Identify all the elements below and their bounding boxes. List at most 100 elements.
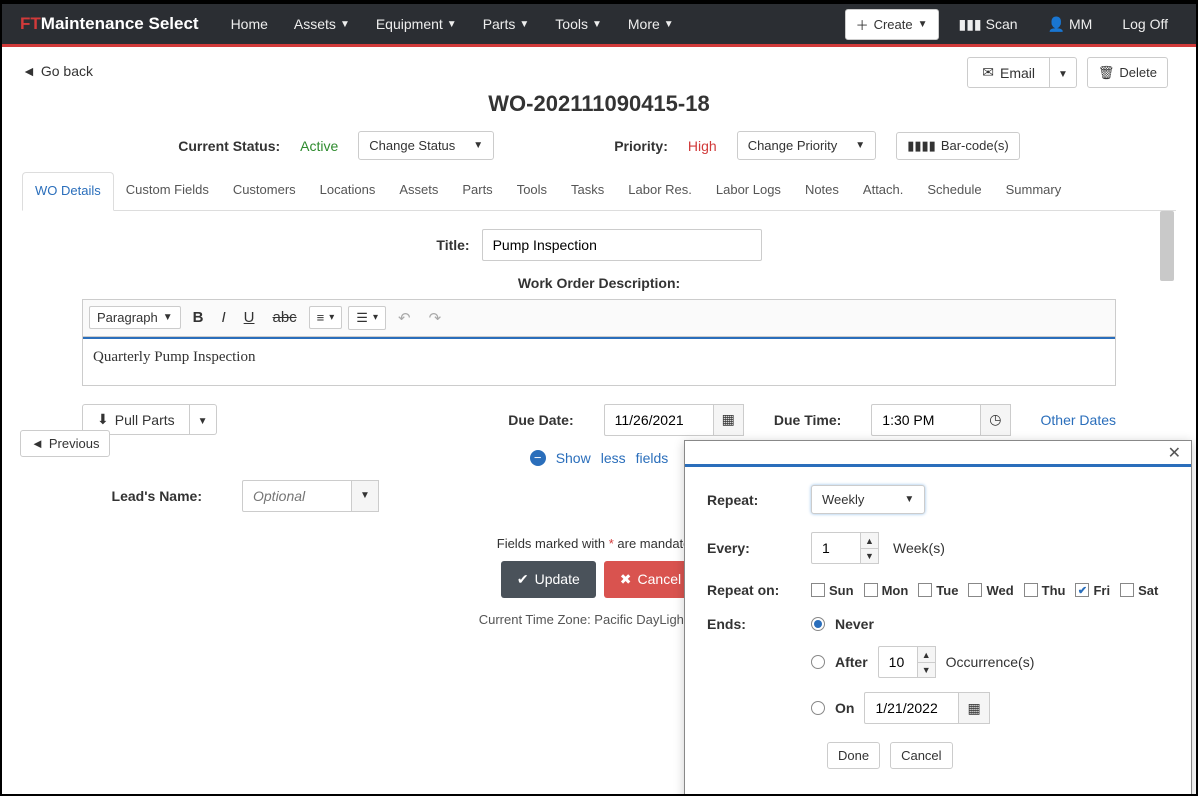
previous-button[interactable]: ◄Previous: [20, 430, 110, 457]
change-priority-dropdown[interactable]: Change Priority▼: [737, 131, 877, 160]
clock-icon-button[interactable]: ◷: [981, 404, 1010, 436]
every-spin-down[interactable]: ▼: [861, 548, 879, 564]
description-textarea[interactable]: Quarterly Pump Inspection: [83, 337, 1115, 385]
italic-button[interactable]: I: [215, 306, 231, 329]
day-wed[interactable]: Wed: [968, 583, 1013, 598]
ends-on-calendar-button[interactable]: ▦: [959, 692, 989, 724]
top-navbar: FTMaintenance Select Home Assets▼ Equipm…: [2, 2, 1196, 44]
delete-button[interactable]: 🗑Delete: [1087, 57, 1168, 88]
numbered-list-button[interactable]: ☰▾: [348, 306, 386, 330]
tab-assets[interactable]: Assets: [387, 172, 450, 210]
ends-on-radio[interactable]: [811, 701, 825, 715]
occ-spin-up[interactable]: ▲: [918, 646, 936, 662]
change-status-dropdown[interactable]: Change Status▼: [358, 131, 494, 160]
tab-wo-details[interactable]: WO Details: [22, 172, 114, 211]
recurrence-dialog: ✕ Repeat: Weekly▼ Every: ▲▼ Week(s) Repe…: [684, 440, 1192, 796]
occurrences-unit: Occurrence(s): [946, 654, 1035, 670]
email-button[interactable]: ✉Email ▼: [967, 57, 1077, 88]
tab-tasks[interactable]: Tasks: [559, 172, 616, 210]
checkbox-checked-icon: ✔: [1075, 583, 1089, 597]
tab-schedule[interactable]: Schedule: [915, 172, 993, 210]
every-input[interactable]: [811, 532, 861, 564]
every-spin-up[interactable]: ▲: [861, 532, 879, 548]
tab-labor-res[interactable]: Labor Res.: [616, 172, 704, 210]
nav-assets[interactable]: Assets▼: [284, 10, 360, 38]
email-dropdown-toggle[interactable]: ▼: [1050, 57, 1077, 88]
modal-done-button[interactable]: Done: [827, 742, 880, 769]
barcode-icon: ▮▮▮: [959, 16, 982, 33]
less-link[interactable]: less: [601, 450, 626, 466]
go-back-link[interactable]: ◄Go back: [22, 57, 93, 85]
update-button[interactable]: ✔Update: [501, 561, 596, 598]
tab-customers[interactable]: Customers: [221, 172, 308, 210]
bold-button[interactable]: B: [187, 306, 210, 329]
underline-button[interactable]: U: [238, 306, 261, 329]
due-date-label: Due Date:: [508, 412, 573, 428]
fields-link[interactable]: fields: [636, 450, 669, 466]
tab-summary[interactable]: Summary: [994, 172, 1074, 210]
nav-tools[interactable]: Tools▼: [545, 10, 612, 38]
priority-label: Priority:: [614, 138, 668, 154]
tab-labor-logs[interactable]: Labor Logs: [704, 172, 793, 210]
title-input[interactable]: [482, 229, 762, 261]
tab-parts[interactable]: Parts: [450, 172, 504, 210]
priority-value: High: [688, 138, 717, 154]
due-date-input[interactable]: [604, 404, 714, 436]
repeat-dropdown[interactable]: Weekly▼: [811, 485, 925, 514]
bullet-list-button[interactable]: ≡▾: [309, 306, 343, 329]
tab-locations[interactable]: Locations: [308, 172, 388, 210]
ends-after-radio[interactable]: [811, 655, 825, 669]
lead-name-input[interactable]: [242, 480, 352, 512]
undo-button[interactable]: ↶: [392, 306, 417, 330]
calendar-icon: ▦: [722, 411, 735, 428]
chevron-down-icon: ▼: [340, 19, 350, 30]
nav-equipment[interactable]: Equipment▼: [366, 10, 467, 38]
rich-text-editor: Paragraph▼ B I U abc ≡▾ ☰▾ ↶ ↷ Quarterly…: [82, 299, 1116, 386]
nav-more[interactable]: More▼: [618, 10, 684, 38]
occ-spin-down[interactable]: ▼: [918, 662, 936, 678]
user-menu[interactable]: 👤MM: [1038, 10, 1103, 39]
nav-parts[interactable]: Parts▼: [473, 10, 540, 38]
download-icon: ⬇: [97, 411, 109, 428]
nav-home[interactable]: Home: [221, 10, 278, 38]
show-link[interactable]: Show: [556, 450, 591, 466]
paragraph-dropdown[interactable]: Paragraph▼: [89, 306, 181, 329]
chevron-down-icon: ▼: [198, 416, 208, 427]
scan-button[interactable]: ▮▮▮Scan: [949, 10, 1028, 39]
other-dates-link[interactable]: Other Dates: [1041, 412, 1116, 428]
chevron-down-icon: ▾: [329, 312, 334, 323]
minus-circle-icon[interactable]: −: [530, 450, 546, 466]
tab-custom-fields[interactable]: Custom Fields: [114, 172, 221, 210]
day-fri[interactable]: ✔Fri: [1075, 583, 1110, 598]
day-sat[interactable]: Sat: [1120, 583, 1158, 598]
close-dialog-button[interactable]: ✕: [1168, 443, 1181, 463]
chevron-down-icon: ▼: [519, 19, 529, 30]
day-sun[interactable]: Sun: [811, 583, 854, 598]
occurrences-input[interactable]: [878, 646, 918, 678]
create-button[interactable]: ＋Create▼: [845, 9, 939, 40]
tab-notes[interactable]: Notes: [793, 172, 851, 210]
pull-parts-dropdown-toggle[interactable]: ▼: [190, 404, 217, 435]
tab-tools[interactable]: Tools: [505, 172, 559, 210]
strike-button[interactable]: abc: [266, 306, 302, 329]
chevron-down-icon: ▼: [447, 19, 457, 30]
day-mon[interactable]: Mon: [864, 583, 909, 598]
due-time-input[interactable]: [871, 404, 981, 436]
every-label: Every:: [707, 540, 797, 556]
barcode-button[interactable]: ▮▮▮▮Bar-code(s): [896, 132, 1020, 160]
repeat-label: Repeat:: [707, 492, 797, 508]
user-icon: 👤: [1048, 16, 1065, 33]
redo-button[interactable]: ↷: [423, 306, 448, 330]
day-thu[interactable]: Thu: [1024, 583, 1066, 598]
ends-on-date-input[interactable]: [864, 692, 959, 724]
scrollbar-thumb[interactable]: [1160, 211, 1174, 281]
modal-cancel-button[interactable]: Cancel: [890, 742, 952, 769]
day-tue[interactable]: Tue: [918, 583, 958, 598]
lead-dropdown-toggle[interactable]: ▼: [352, 480, 379, 512]
ends-never-radio[interactable]: [811, 617, 825, 631]
logoff-button[interactable]: Log Off: [1112, 10, 1178, 38]
tab-bar: WO Details Custom Fields Customers Locat…: [22, 172, 1176, 211]
tab-attach[interactable]: Attach.: [851, 172, 915, 210]
calendar-icon-button[interactable]: ▦: [714, 404, 744, 436]
trash-icon: 🗑: [1098, 65, 1115, 81]
